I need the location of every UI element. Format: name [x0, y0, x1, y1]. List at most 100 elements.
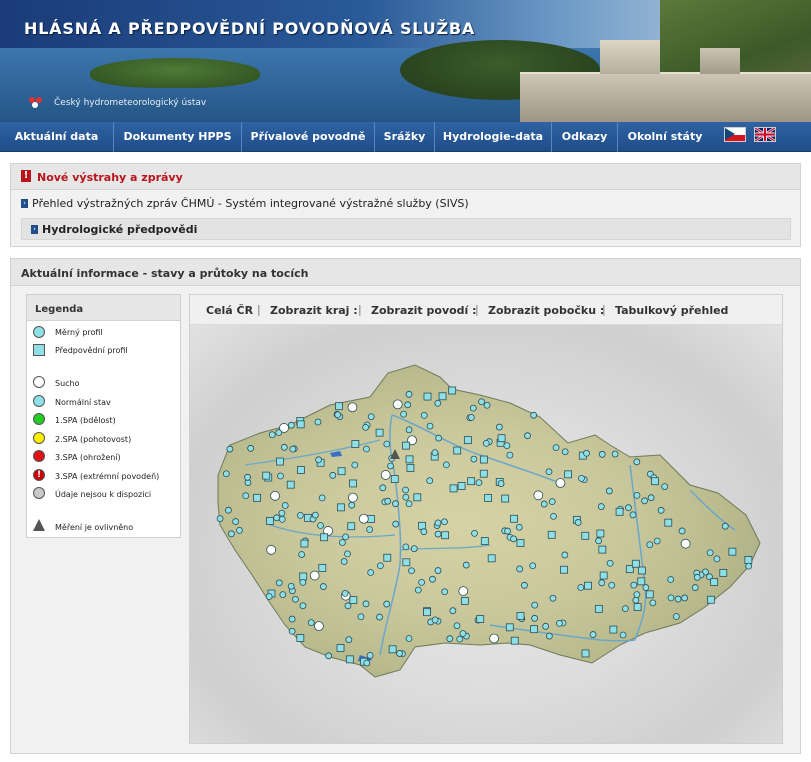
station-marker[interactable]: [236, 526, 243, 534]
forecast-station-marker[interactable]: [383, 553, 392, 562]
forecast-station-marker[interactable]: [448, 386, 457, 395]
station-marker[interactable]: [414, 586, 422, 594]
station-marker[interactable]: [420, 411, 428, 419]
station-marker[interactable]: [529, 562, 537, 570]
forecast-station-marker[interactable]: [349, 479, 357, 488]
station-marker[interactable]: [649, 599, 657, 607]
station-marker[interactable]: [376, 562, 384, 570]
station-marker[interactable]: [561, 551, 569, 559]
menu-item-privalove-povodne[interactable]: Přívalové povodně: [242, 122, 375, 152]
station-marker[interactable]: [548, 498, 556, 506]
forecast-station-marker[interactable]: [406, 463, 415, 472]
station-marker[interactable]: [431, 616, 439, 624]
forecast-station-marker[interactable]: [375, 428, 384, 437]
station-marker[interactable]: [642, 584, 650, 591]
station-marker[interactable]: [446, 635, 454, 643]
station-marker[interactable]: [345, 636, 353, 644]
forecast-station-marker[interactable]: [463, 436, 472, 445]
station-marker[interactable]: [227, 530, 235, 538]
station-marker[interactable]: [552, 444, 560, 452]
station-marker[interactable]: [542, 622, 550, 630]
forecast-station-marker[interactable]: [598, 545, 607, 554]
station-marker[interactable]: [667, 576, 675, 583]
forecast-station-marker[interactable]: [423, 608, 431, 617]
station-marker[interactable]: [429, 575, 436, 583]
station-marker[interactable]: [462, 561, 470, 569]
station-marker[interactable]: [296, 511, 304, 519]
forecast-station-marker[interactable]: [276, 457, 284, 466]
forecast-station-marker[interactable]: [505, 623, 514, 632]
forecast-station-marker[interactable]: [286, 480, 295, 489]
station-marker[interactable]: [315, 456, 323, 464]
forecast-station-marker[interactable]: [510, 514, 518, 523]
station-marker[interactable]: [621, 605, 629, 613]
menu-item-odkazy[interactable]: Odkazy: [552, 122, 618, 152]
forecast-station-marker[interactable]: [300, 539, 309, 548]
station-marker[interactable]: [366, 526, 374, 533]
station-marker[interactable]: [456, 635, 464, 643]
station-marker[interactable]: [275, 429, 283, 437]
forecast-station-marker[interactable]: [253, 493, 261, 502]
chmu-logo-icon[interactable]: [29, 97, 47, 109]
station-marker[interactable]: [653, 537, 661, 545]
station-marker[interactable]: [384, 497, 392, 505]
station-marker[interactable]: [521, 581, 528, 589]
station-marker[interactable]: [674, 595, 682, 603]
forecast-station-marker[interactable]: [664, 518, 673, 527]
station-marker[interactable]: [545, 632, 553, 640]
forecast-station-marker[interactable]: [296, 634, 305, 642]
station-marker[interactable]: [247, 444, 255, 452]
drought-station-marker[interactable]: [347, 402, 358, 413]
forecast-station-marker[interactable]: [484, 494, 492, 502]
forecast-station-marker[interactable]: [744, 556, 753, 564]
forecast-station-marker[interactable]: [467, 477, 476, 486]
station-marker[interactable]: [287, 582, 295, 590]
forecast-station-marker[interactable]: [351, 440, 360, 448]
forecast-station-marker[interactable]: [497, 434, 506, 443]
station-marker[interactable]: [681, 594, 689, 602]
forecast-station-marker[interactable]: [516, 612, 525, 620]
forecast-station-marker[interactable]: [728, 547, 737, 556]
station-marker[interactable]: [367, 413, 375, 421]
station-marker[interactable]: [278, 515, 286, 523]
station-marker[interactable]: [524, 432, 531, 440]
forecast-station-marker[interactable]: [487, 554, 496, 563]
station-marker[interactable]: [402, 493, 410, 501]
station-marker[interactable]: [583, 449, 590, 457]
forecast-station-marker[interactable]: [347, 522, 356, 531]
station-marker[interactable]: [400, 410, 407, 418]
station-marker[interactable]: [418, 578, 426, 586]
station-marker[interactable]: [278, 509, 286, 517]
forecast-station-marker[interactable]: [449, 484, 458, 493]
station-marker[interactable]: [366, 651, 374, 659]
station-marker[interactable]: [244, 473, 251, 481]
drought-station-marker[interactable]: [533, 490, 544, 501]
forecast-station-marker[interactable]: [547, 530, 556, 539]
station-marker[interactable]: [287, 421, 295, 429]
station-marker[interactable]: [531, 601, 539, 609]
station-marker[interactable]: [402, 543, 410, 551]
station-marker[interactable]: [657, 506, 665, 514]
station-marker[interactable]: [341, 589, 349, 597]
forecast-station-marker[interactable]: [594, 604, 603, 613]
forecast-station-marker[interactable]: [633, 603, 642, 611]
hydro-predictions-link[interactable]: Hydrologické předpovědi: [42, 223, 197, 236]
forecast-station-marker[interactable]: [336, 503, 345, 512]
station-marker[interactable]: [376, 613, 383, 621]
station-marker[interactable]: [630, 581, 638, 589]
czech-map-svg[interactable]: [190, 325, 782, 743]
forecast-station-marker[interactable]: [637, 577, 646, 586]
station-marker[interactable]: [495, 423, 503, 431]
forecast-station-marker[interactable]: [349, 596, 358, 605]
station-marker[interactable]: [405, 500, 413, 508]
station-marker[interactable]: [597, 503, 605, 510]
station-marker[interactable]: [578, 474, 585, 482]
forecast-station-marker[interactable]: [707, 595, 715, 604]
station-marker[interactable]: [289, 445, 297, 453]
station-marker[interactable]: [434, 399, 442, 407]
station-marker[interactable]: [530, 411, 538, 419]
sivs-link[interactable]: Přehled výstražných zpráv ČHMÚ - Systém …: [32, 197, 469, 210]
station-marker[interactable]: [277, 472, 284, 480]
station-marker[interactable]: [595, 537, 602, 545]
station-marker[interactable]: [405, 426, 413, 434]
